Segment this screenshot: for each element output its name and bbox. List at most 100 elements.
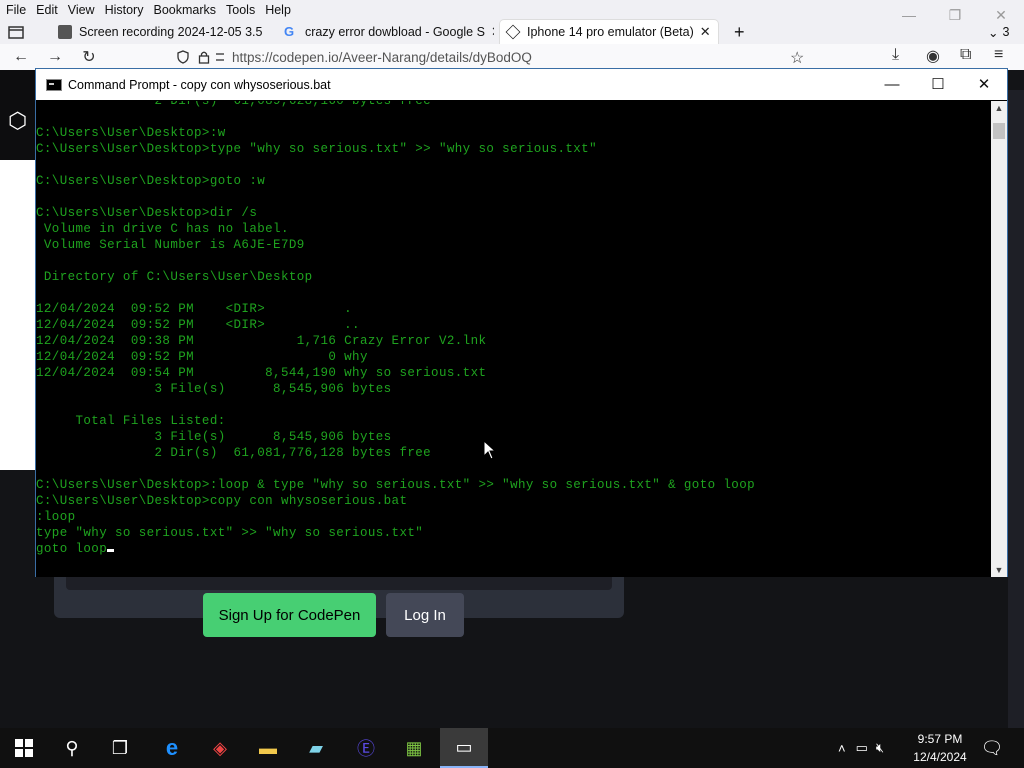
cmd-line: C:\Users\User\Desktop>:loop & type "why … — [36, 478, 756, 492]
cmd-line — [36, 461, 755, 477]
cmd-line: 2 Dir(s) 61,089,628,160 bytes free — [36, 101, 432, 108]
menu-history[interactable]: History — [105, 3, 144, 17]
mouse-pointer-icon — [483, 440, 497, 460]
cmd-line: goto loop — [36, 541, 755, 557]
browser-tabbar: Screen recording 2024-12-05 3.5 ✕ G craz… — [0, 20, 1024, 44]
start-button[interactable] — [0, 728, 48, 768]
cmd-line: Directory of C:\Users\User\Desktop — [36, 270, 313, 284]
google-icon: G — [284, 24, 295, 39]
codepen-icon — [505, 24, 521, 40]
login-button[interactable]: Log In — [386, 593, 464, 637]
taskbar-explorer[interactable]: ▬ — [244, 728, 292, 768]
task-view-icon: ❐ — [111, 737, 129, 758]
app-e-icon: Ⓔ — [357, 739, 375, 759]
action-center-button[interactable]: 🗨︎ — [968, 728, 1016, 768]
menu-file[interactable]: File — [6, 3, 26, 17]
signup-button[interactable]: Sign Up for CodePen — [203, 593, 376, 637]
tab-list-icon — [8, 26, 24, 39]
codepen-logo-icon[interactable]: ⬡ — [8, 108, 27, 134]
back-icon[interactable]: ← — [4, 48, 38, 66]
network-icon[interactable]: ▭ — [856, 740, 868, 756]
download-icon[interactable]: ⤓ — [892, 46, 899, 64]
bookmark-star-icon[interactable]: ☆ — [790, 48, 804, 68]
cmd-line: 3 File(s) 8,545,906 bytes — [36, 430, 392, 444]
forward-icon[interactable]: → — [38, 48, 72, 66]
taskbar-app-2[interactable]: ◈ — [196, 728, 244, 768]
browser-menubar: File Edit View History Bookmarks Tools H… — [0, 0, 1024, 20]
account-icon[interactable]: ◉ — [926, 46, 940, 66]
tab-close-icon[interactable]: ✕ — [700, 24, 711, 40]
cmd-line: 12/04/2024 09:52 PM <DIR> . — [36, 302, 353, 316]
cmd-taskbar-icon: ▭ — [455, 736, 473, 757]
codepen-header: ⬡ — [0, 70, 36, 160]
scroll-down-icon[interactable]: ▼ — [991, 565, 1007, 575]
minimize-icon[interactable]: — — [869, 69, 915, 100]
tab-list-button[interactable]: ⌄ 3 — [982, 21, 1022, 43]
tab-iphone-emulator[interactable]: Iphone 14 pro emulator (Beta) ✕ — [500, 20, 718, 44]
menu-help[interactable]: Help — [265, 3, 291, 17]
menu-bookmarks[interactable]: Bookmarks — [153, 3, 216, 17]
chevron-up-icon[interactable]: ˄ — [838, 741, 846, 756]
taskbar-app-6[interactable]: ▦ — [390, 728, 438, 768]
cmd-line — [36, 397, 755, 413]
lock-icon — [198, 51, 210, 64]
folder-icon: ▬ — [259, 737, 277, 758]
cmd-line: 12/04/2024 09:54 PM 8,544,190 why so ser… — [36, 366, 487, 380]
cmd-line: type "why so serious.txt" >> "why so ser… — [36, 526, 424, 540]
tab-close-icon[interactable]: ✕ — [491, 24, 494, 40]
tab-screen-recording[interactable]: Screen recording 2024-12-05 3.5 ✕ — [52, 21, 266, 43]
menu-edit[interactable]: Edit — [36, 3, 58, 17]
cmd-line — [36, 285, 755, 301]
menu-tools[interactable]: Tools — [226, 3, 255, 17]
taskbar: ⚲ ❐ e ◈ ▬ ▰ Ⓔ ▦ ▭ ˄ ▭ 🔇︎ 9:57 PM 12/4/20… — [0, 728, 1024, 768]
cmd-line — [36, 253, 755, 269]
reload-icon[interactable]: ↻ — [72, 47, 106, 67]
red-app-icon: ◈ — [213, 737, 227, 758]
cmd-line: Volume Serial Number is A6JE-E7D9 — [36, 238, 305, 252]
scroll-up-icon[interactable]: ▲ — [991, 103, 1007, 113]
extensions-icon[interactable]: ⧉ — [960, 46, 971, 64]
tab-label: Iphone 14 pro emulator (Beta) — [527, 25, 694, 39]
cmd-line — [36, 157, 755, 173]
cmd-window-controls: — ☐ ✕ — [869, 69, 1007, 100]
system-clock[interactable]: 9:57 PM 12/4/2024 — [912, 730, 968, 766]
scroll-thumb[interactable] — [993, 123, 1005, 139]
close-icon[interactable]: ✕ — [961, 69, 1007, 100]
permissions-icon — [216, 53, 224, 61]
menu-view[interactable]: View — [68, 3, 95, 17]
cmd-console[interactable]: 2 Dir(s) 61,089,628,160 bytes free C:\Us… — [36, 101, 991, 577]
page-scrollbar[interactable] — [1008, 90, 1024, 730]
tab-overview-button[interactable] — [2, 21, 36, 43]
new-tab-button[interactable]: + — [728, 21, 758, 43]
tab-label: crazy error dowbload - Google S — [305, 25, 485, 39]
cmd-line: C:\Users\User\Desktop>dir /s — [36, 206, 258, 220]
tab-google-search[interactable]: G crazy error dowbload - Google S ✕ — [278, 21, 494, 43]
task-view-button[interactable]: ❐ — [96, 728, 144, 768]
cmd-line: 2 Dir(s) 61,081,776,128 bytes free — [36, 446, 432, 460]
cmd-scrollbar[interactable]: ▲ ▼ — [991, 101, 1007, 577]
url-text: https://codepen.io/Aveer-Narang/details/… — [232, 49, 532, 65]
hamburger-menu-icon[interactable]: ≡ — [994, 46, 1003, 64]
search-button[interactable]: ⚲ — [48, 728, 96, 768]
cmd-line: Total Files Listed: — [36, 414, 226, 428]
taskbar-cmd[interactable]: ▭ — [440, 728, 488, 768]
cmd-line — [36, 109, 755, 125]
volume-muted-icon[interactable]: 🔇︎ — [876, 740, 884, 756]
notepad-icon: ▰ — [309, 737, 323, 758]
cmd-line: 3 File(s) 8,545,906 bytes — [36, 382, 392, 396]
taskbar-app-4[interactable]: ▰ — [292, 728, 340, 768]
cmd-line: :loop — [36, 510, 76, 524]
cmd-output: 2 Dir(s) 61,089,628,160 bytes free C:\Us… — [36, 101, 755, 557]
taskbar-app-5[interactable]: Ⓔ — [342, 728, 390, 768]
cmd-line: C:\Users\User\Desktop>goto :w — [36, 174, 266, 188]
cmd-line: 12/04/2024 09:52 PM <DIR> .. — [36, 318, 360, 332]
search-icon: ⚲ — [65, 737, 79, 758]
cmd-line: 12/04/2024 09:38 PM 1,716 Crazy Error V2… — [36, 334, 487, 348]
url-bar[interactable]: https://codepen.io/Aveer-Narang/details/… — [176, 47, 736, 67]
taskbar-ie[interactable]: e — [148, 728, 196, 768]
cmd-titlebar[interactable]: Command Prompt - copy con whysoserious.b… — [36, 69, 1007, 100]
maximize-icon[interactable]: ☐ — [915, 69, 961, 100]
command-prompt-window: Command Prompt - copy con whysoserious.b… — [35, 68, 1008, 577]
internet-explorer-icon: e — [165, 735, 179, 760]
tab-label: Screen recording 2024-12-05 3.5 — [79, 25, 263, 39]
